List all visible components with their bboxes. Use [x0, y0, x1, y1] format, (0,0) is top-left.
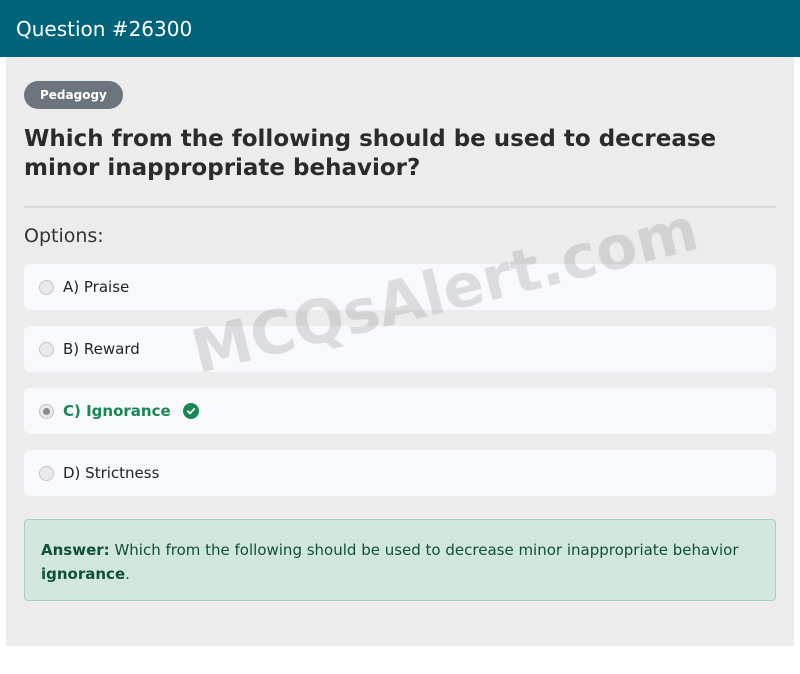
option-label: D) Strictness [63, 464, 160, 482]
option-label: A) Praise [63, 278, 130, 296]
question-card: Pedagogy Which from the following should… [6, 57, 794, 646]
option-label: C) Ignorance [63, 402, 171, 420]
answer-highlight: ignorance [41, 565, 126, 583]
radio-button[interactable] [39, 279, 54, 295]
option-label: B) Reward [63, 340, 140, 358]
option-c[interactable]: C) Ignorance [24, 388, 776, 434]
option-a[interactable]: A) Praise [24, 264, 776, 310]
answer-prefix: Answer: [41, 541, 110, 559]
divider [24, 206, 776, 208]
question-text: Which from the following should be used … [24, 126, 717, 181]
page-header: Question #26300 [0, 0, 800, 57]
check-circle-icon [182, 403, 199, 419]
answer-text: Which from the following should be used … [114, 541, 739, 559]
category-badge[interactable]: Pedagogy [24, 81, 123, 109]
radio-button[interactable] [39, 341, 54, 357]
radio-button-selected[interactable] [39, 403, 54, 419]
options-label: Options: [24, 225, 104, 247]
option-b[interactable]: B) Reward [24, 326, 776, 372]
question-number-title: Question #26300 [16, 16, 193, 41]
answer-box: Answer: Which from the following should … [24, 519, 776, 601]
option-d[interactable]: D) Strictness [24, 450, 776, 496]
radio-button[interactable] [39, 465, 54, 481]
answer-suffix: . [125, 565, 130, 583]
